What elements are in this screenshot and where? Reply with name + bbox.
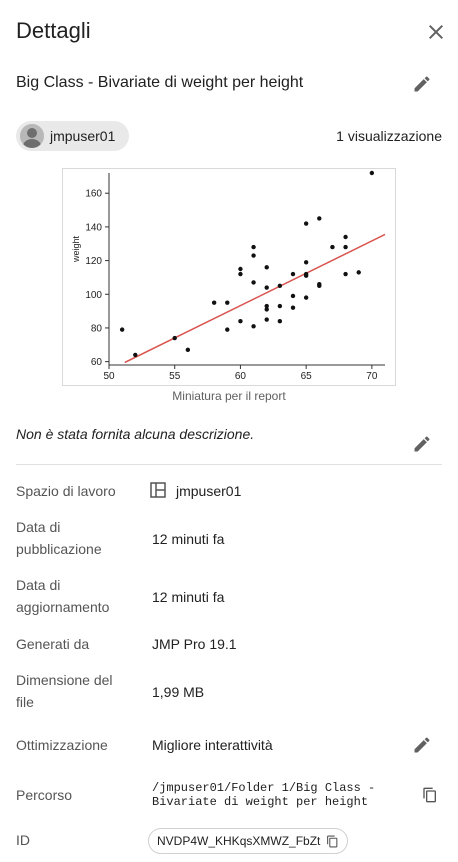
optimization-label: Ottimizzazione [16, 737, 108, 753]
path-value: /jmpuser01/Folder 1/Big Class - Bivariat… [152, 781, 376, 809]
edit-title-pencil-icon[interactable] [412, 74, 432, 94]
data-point [303, 295, 309, 300]
data-point [185, 347, 191, 353]
data-point [277, 319, 283, 324]
id-label: ID [16, 832, 30, 848]
generated-value: JMP Pro 19.1 [152, 636, 237, 652]
y-axis-label: weight [71, 235, 81, 263]
thumbnail-caption: Miniatura per il report [172, 389, 286, 403]
y-tick-label: 80 [91, 323, 103, 334]
owner-chip[interactable]: jmpuser01 [16, 121, 130, 151]
views-count: 1 visualizzazione [336, 128, 442, 144]
data-point [343, 244, 348, 250]
updated-value: 12 minuti fa [152, 589, 225, 605]
report-thumbnail[interactable]: 60 80 100 120 140 160 50 55 60 65 70 weight [62, 168, 396, 386]
data-point [264, 265, 269, 270]
data-point [369, 170, 375, 176]
id-chip[interactable]: NVDP4W_KHKqsXMWZ_FbZt [148, 828, 349, 854]
published-value: 12 minuti fa [152, 531, 225, 547]
data-point [238, 271, 243, 277]
data-point [303, 221, 309, 226]
data-point [225, 300, 230, 305]
data-point [356, 270, 361, 275]
file-size-label: Dimensione del file [16, 672, 113, 710]
copy-id-icon[interactable] [326, 835, 339, 848]
data-point [343, 271, 348, 277]
edit-optimization-pencil-icon[interactable] [412, 735, 432, 755]
data-point [303, 271, 309, 277]
panel-title: Dettagli [16, 18, 91, 43]
owner-name: jmpuser01 [50, 128, 116, 144]
data-point [277, 303, 283, 309]
data-point [343, 234, 348, 240]
x-tick-label: 70 [366, 371, 378, 382]
data-point [251, 324, 256, 329]
id-value: NVDP4W_KHKqsXMWZ_FbZt [157, 834, 321, 848]
data-point [277, 283, 283, 289]
data-point [317, 281, 322, 287]
workspace-value: jmpuser01 [176, 483, 242, 499]
workspace-label: Spazio di lavoro [16, 483, 116, 499]
scatter-chart: 60 80 100 120 140 160 50 55 60 65 70 weight [71, 170, 386, 382]
data-point [251, 280, 256, 285]
published-label: Data di pubblicazione [16, 519, 102, 557]
path-label: Percorso [16, 787, 73, 803]
y-tick-label: 120 [85, 256, 102, 267]
report-title: Big Class - Bivariate di weight per heig… [16, 74, 304, 91]
edit-description-pencil-icon[interactable] [412, 434, 432, 454]
data-point [251, 244, 256, 250]
data-point [225, 327, 230, 332]
close-icon[interactable] [424, 20, 448, 44]
data-point [264, 317, 269, 322]
optimization-value: Migliore interattività [152, 737, 273, 753]
divider [16, 464, 442, 465]
user-avatar-icon [20, 124, 44, 148]
x-tick-label: 65 [301, 371, 313, 382]
y-tick-label: 60 [91, 357, 103, 368]
data-point [238, 266, 243, 272]
workspace-icon [150, 482, 166, 498]
y-tick-label: 160 [85, 189, 102, 200]
data-point [290, 293, 296, 299]
data-point [317, 216, 322, 221]
data-point [172, 335, 177, 341]
data-point [211, 300, 217, 305]
data-point [264, 285, 269, 290]
data-point [290, 305, 296, 310]
generated-label: Generati da [16, 636, 90, 652]
description-text: Non è stata fornita alcuna descrizione. [16, 426, 255, 442]
data-point [119, 327, 125, 332]
data-point [251, 253, 256, 258]
x-tick-label: 50 [103, 371, 115, 382]
data-point [238, 319, 243, 324]
x-tick-label: 60 [235, 371, 247, 382]
data-point [330, 244, 335, 250]
data-point [264, 303, 269, 309]
copy-path-icon[interactable] [422, 787, 438, 803]
updated-label: Data di aggiornamento [16, 577, 110, 615]
avatar [20, 124, 44, 148]
file-size-value: 1,99 MB [152, 684, 205, 700]
y-tick-label: 140 [85, 222, 102, 233]
data-point [303, 260, 309, 265]
y-tick-label: 100 [85, 290, 102, 301]
fit-line [124, 233, 386, 364]
data-point [133, 352, 138, 358]
x-tick-label: 55 [169, 371, 181, 382]
data-point [290, 271, 296, 277]
